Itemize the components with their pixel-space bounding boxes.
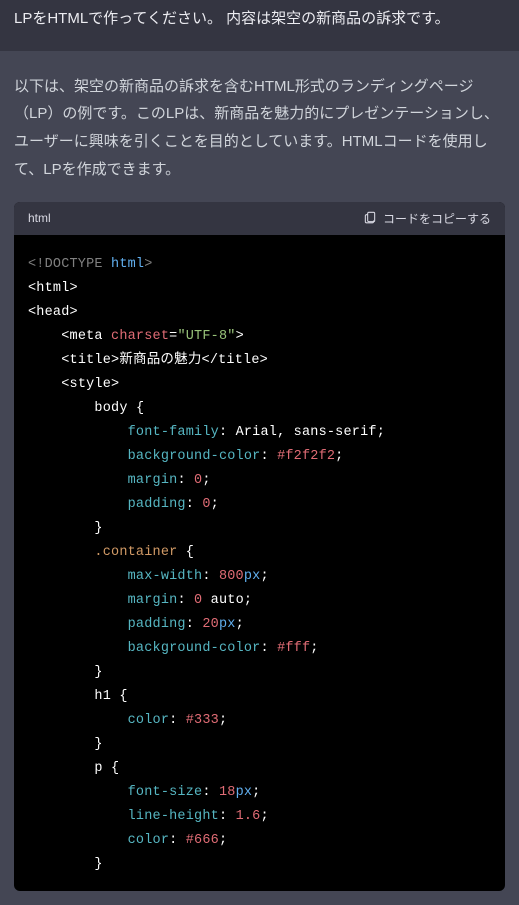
code-token: :	[169, 833, 186, 848]
code-token: :	[260, 449, 277, 464]
code-token: #666	[186, 833, 219, 848]
code-token: .container	[94, 545, 177, 560]
clipboard-icon	[363, 210, 377, 227]
code-token: {	[103, 761, 120, 776]
code-token: :	[202, 569, 219, 584]
code-header: html コードをコピーする	[14, 202, 505, 235]
code-token: ;	[202, 473, 210, 488]
code-token: margin	[128, 593, 178, 608]
code-token: 800	[219, 569, 244, 584]
code-token: charset	[111, 329, 169, 344]
code-token: max-width	[128, 569, 203, 584]
code-token: >	[144, 257, 152, 272]
code-token: ;	[252, 785, 260, 800]
code-token: ;	[219, 833, 227, 848]
code-token: ;	[219, 713, 227, 728]
code-token: {	[128, 401, 145, 416]
assistant-intro-text: 以下は、架空の新商品の訴求を含むHTML形式のランディングページ（LP）の例です…	[14, 73, 505, 184]
code-token: 20	[202, 617, 219, 632]
code-token: color	[128, 833, 170, 848]
code-token: ;	[310, 641, 318, 656]
code-token: ;	[211, 497, 219, 512]
code-token: ;	[335, 449, 343, 464]
code-token: font-size	[128, 785, 203, 800]
copy-code-label: コードをコピーする	[383, 210, 491, 227]
code-token: <head>	[28, 305, 78, 320]
code-token: body	[94, 401, 127, 416]
code-token: </title>	[202, 353, 268, 368]
code-token: ;	[260, 809, 268, 824]
copy-code-button[interactable]: コードをコピーする	[363, 210, 491, 227]
user-message-text: LPをHTMLで作ってください。 内容は架空の新商品の訴求です。	[14, 8, 505, 31]
code-token: "UTF-8"	[177, 329, 235, 344]
code-token: #f2f2f2	[277, 449, 335, 464]
code-token: ;	[244, 593, 252, 608]
code-token: <title>	[61, 353, 119, 368]
code-token: background-color	[128, 641, 261, 656]
code-token: margin	[128, 473, 178, 488]
code-token: background-color	[128, 449, 261, 464]
code-token: Arial, sans-serif	[236, 425, 377, 440]
user-message-section: LPをHTMLで作ってください。 内容は架空の新商品の訴求です。	[0, 0, 519, 51]
code-token: }	[94, 737, 102, 752]
code-token: :	[219, 809, 236, 824]
code-token: padding	[128, 617, 186, 632]
code-token: :	[177, 593, 194, 608]
code-token: {	[177, 545, 194, 560]
code-token: <!DOCTYPE	[28, 257, 111, 272]
code-token: #333	[186, 713, 219, 728]
code-token: ;	[260, 569, 268, 584]
code-token: :	[177, 473, 194, 488]
code-token: {	[111, 689, 128, 704]
code-token: auto	[202, 593, 244, 608]
code-token: ;	[377, 425, 385, 440]
code-token: <meta	[61, 329, 111, 344]
code-token: :	[260, 641, 277, 656]
code-token: 18	[219, 785, 236, 800]
code-block: html コードをコピーする <!DOCTYPE html> <html> <h…	[14, 202, 505, 891]
code-token: >	[236, 329, 244, 344]
code-token: px	[244, 569, 261, 584]
code-token: }	[94, 665, 102, 680]
assistant-message-section: 以下は、架空の新商品の訴求を含むHTML形式のランディングページ（LP）の例です…	[0, 51, 519, 905]
code-token: p	[94, 761, 102, 776]
code-token: 新商品の魅力	[119, 353, 201, 368]
code-token: 1.6	[236, 809, 261, 824]
code-token: }	[94, 857, 102, 872]
code-token: px	[219, 617, 236, 632]
code-body[interactable]: <!DOCTYPE html> <html> <head> <meta char…	[14, 235, 505, 891]
code-token: 0	[202, 497, 210, 512]
code-token: <html>	[28, 281, 78, 296]
code-token: }	[94, 521, 102, 536]
code-token: :	[169, 713, 186, 728]
code-token: padding	[128, 497, 186, 512]
code-token: :	[202, 785, 219, 800]
code-token: color	[128, 713, 170, 728]
code-token: ;	[236, 617, 244, 632]
code-token: <style>	[61, 377, 119, 392]
code-token: :	[186, 497, 203, 512]
code-token: line-height	[128, 809, 219, 824]
code-token: :	[219, 425, 236, 440]
code-token: html	[111, 257, 144, 272]
code-token: px	[236, 785, 253, 800]
code-token: :	[186, 617, 203, 632]
code-token: #fff	[277, 641, 310, 656]
code-token: h1	[94, 689, 111, 704]
code-language-label: html	[28, 211, 51, 225]
code-token: font-family	[128, 425, 219, 440]
